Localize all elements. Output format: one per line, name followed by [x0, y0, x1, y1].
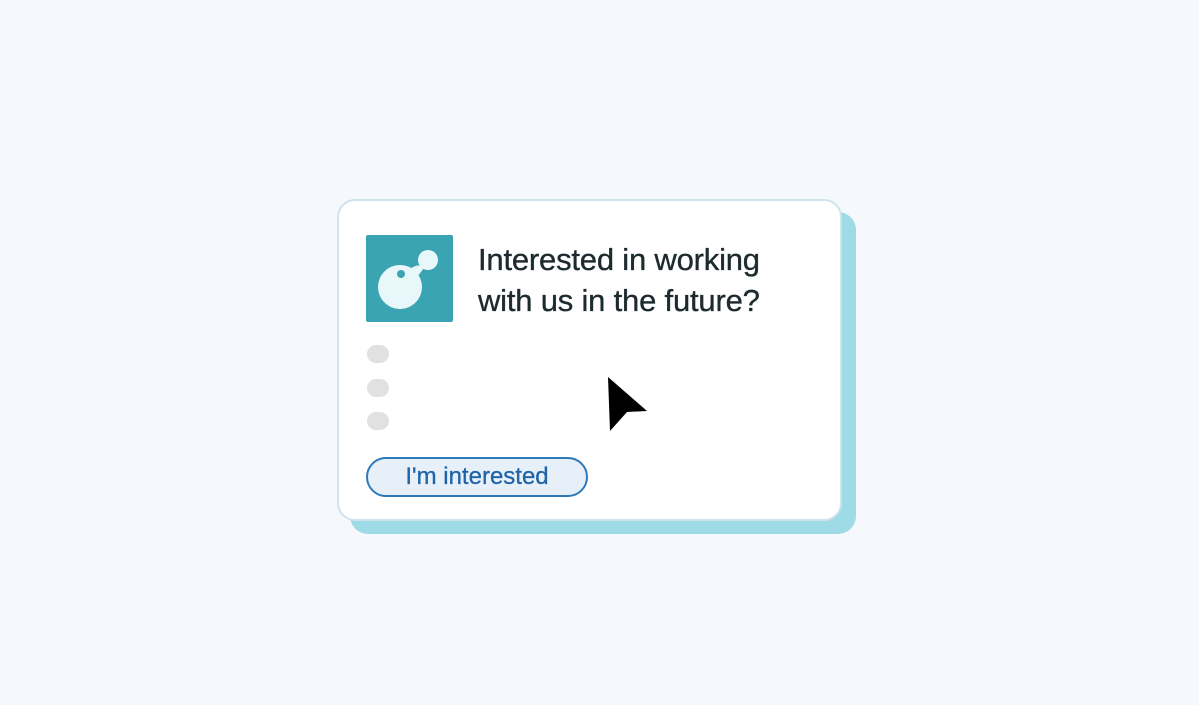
- im-interested-button[interactable]: I'm interested: [366, 457, 588, 497]
- interest-card: Interested in working with us in the fut…: [337, 199, 842, 521]
- placeholder-dot: [367, 379, 389, 397]
- placeholder-dot: [367, 412, 389, 430]
- placeholder-dot: [367, 345, 389, 363]
- company-logo-icon: [366, 235, 453, 322]
- card-headline: Interested in working with us in the fut…: [478, 242, 760, 318]
